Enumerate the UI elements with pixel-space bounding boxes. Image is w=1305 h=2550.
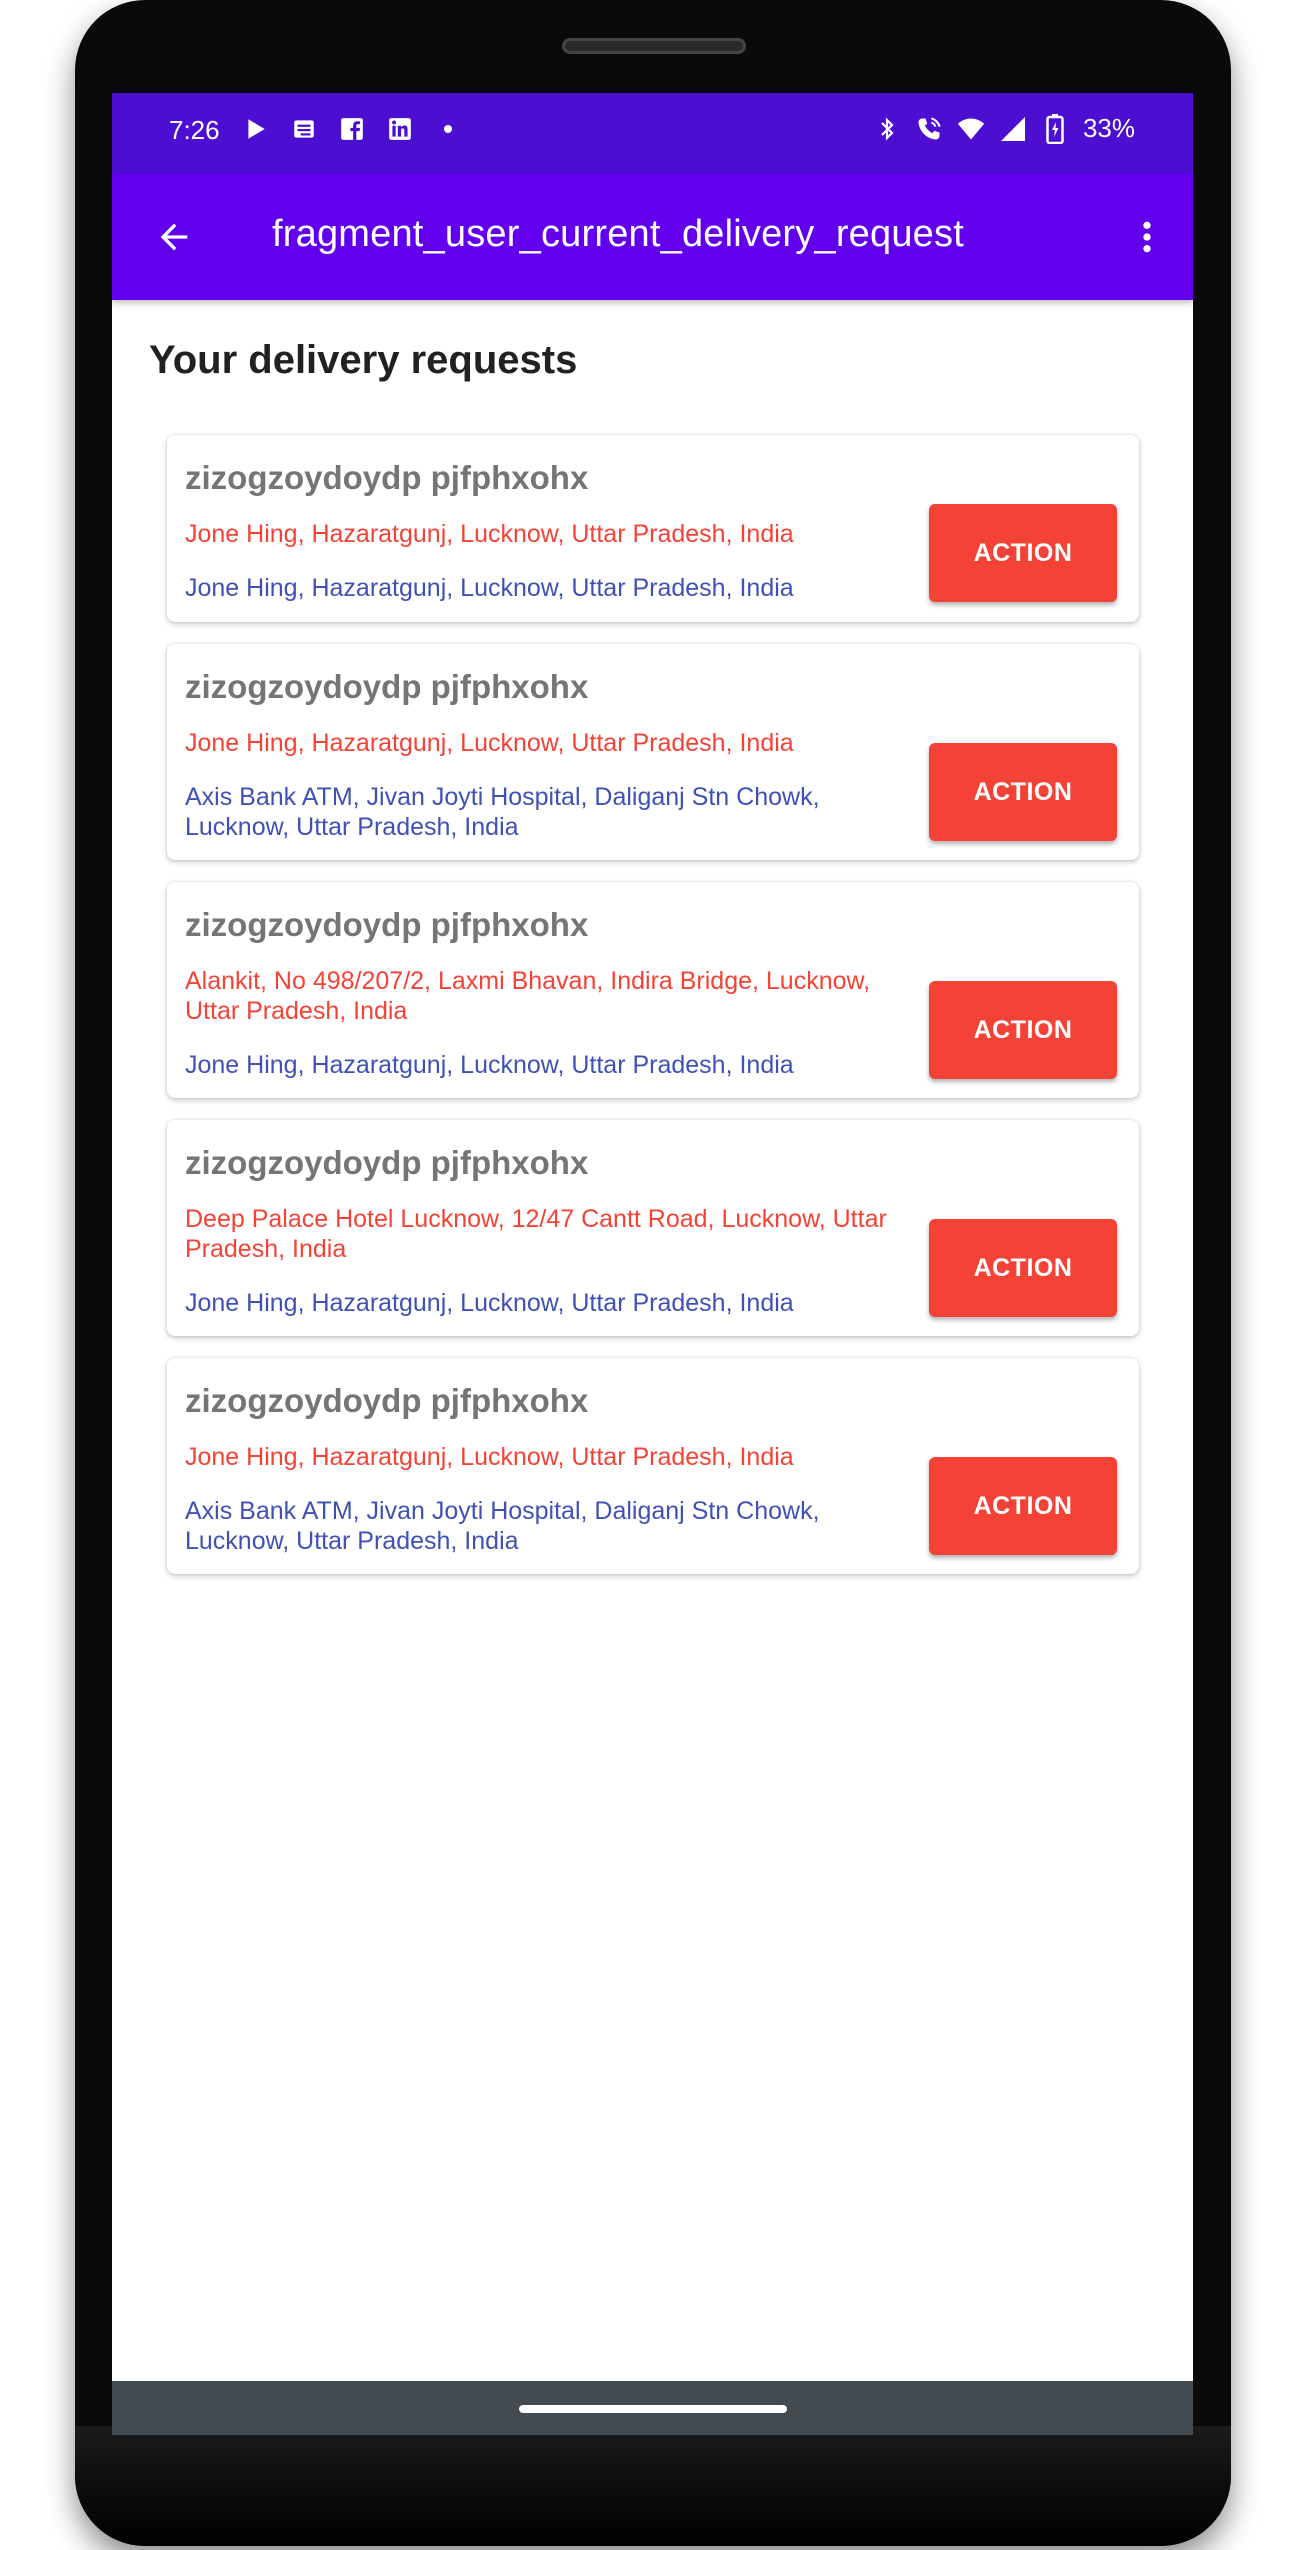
request-drop-address: Jone Hing, Hazaratgunj, Lucknow, Uttar P… bbox=[185, 574, 794, 602]
app-bar: fragment_user_current_delivery_request bbox=[112, 173, 1193, 300]
page-heading: Your delivery requests bbox=[149, 338, 578, 382]
action-button[interactable]: ACTION bbox=[929, 504, 1117, 602]
request-card: zizogzoydoydp pjfphxohx Jone Hing, Hazar… bbox=[167, 644, 1139, 860]
battery-percent: 33% bbox=[1082, 113, 1135, 143]
request-pickup-address: Jone Hing, Hazaratgunj, Lucknow, Uttar P… bbox=[185, 1443, 794, 1471]
action-button[interactable]: ACTION bbox=[929, 1457, 1117, 1555]
home-gesture-handle[interactable] bbox=[519, 2405, 787, 2413]
request-drop-address: Jone Hing, Hazaratgunj, Lucknow, Uttar P… bbox=[185, 1051, 794, 1079]
request-card: zizogzoydoydp pjfphxohx Jone Hing, Hazar… bbox=[167, 435, 1139, 622]
action-button[interactable]: ACTION bbox=[929, 981, 1117, 1079]
request-card: zizogzoydoydp pjfphxohx Alankit, No 498/… bbox=[167, 882, 1139, 1098]
request-pickup-address: Alankit, No 498/207/2, Laxmi Bhavan, Ind… bbox=[185, 967, 871, 1025]
back-button[interactable] bbox=[146, 209, 202, 265]
request-customer-name: zizogzoydoydp pjfphxohx bbox=[185, 1382, 589, 1419]
signal-icon bbox=[999, 115, 1027, 143]
phone-chin bbox=[75, 2426, 1231, 2546]
earpiece-speaker bbox=[562, 38, 746, 54]
linkedin-icon bbox=[386, 115, 414, 143]
arrow-back-icon bbox=[160, 223, 188, 251]
dot-icon bbox=[434, 115, 462, 143]
request-customer-name: zizogzoydoydp pjfphxohx bbox=[185, 668, 589, 705]
request-customer-name: zizogzoydoydp pjfphxohx bbox=[185, 1144, 589, 1181]
wifi-icon bbox=[957, 115, 985, 143]
system-icons: 33% bbox=[873, 113, 1135, 144]
notification-icons bbox=[242, 115, 462, 143]
gesture-nav-bar bbox=[112, 2381, 1193, 2435]
facebook-icon bbox=[338, 115, 366, 143]
request-card: zizogzoydoydp pjfphxohx Deep Palace Hote… bbox=[167, 1120, 1139, 1336]
request-drop-address: Jone Hing, Hazaratgunj, Lucknow, Uttar P… bbox=[185, 1289, 794, 1317]
action-button[interactable]: ACTION bbox=[929, 1219, 1117, 1317]
request-drop-address: Axis Bank ATM, Jivan Joyti Hospital, Dal… bbox=[185, 783, 820, 841]
request-card: zizogzoydoydp pjfphxohx Jone Hing, Hazar… bbox=[167, 1358, 1139, 1574]
more-vert-icon bbox=[1143, 221, 1151, 253]
request-pickup-address: Jone Hing, Hazaratgunj, Lucknow, Uttar P… bbox=[185, 729, 794, 757]
news-icon bbox=[290, 115, 318, 143]
action-button[interactable]: ACTION bbox=[929, 743, 1117, 841]
phone-frame: 7:26 33% fragment_user_current_delivery_… bbox=[75, 0, 1231, 2546]
play-store-icon bbox=[242, 115, 270, 143]
request-pickup-address: Jone Hing, Hazaratgunj, Lucknow, Uttar P… bbox=[185, 520, 794, 548]
status-bar: 7:26 33% bbox=[112, 93, 1193, 173]
request-drop-address: Axis Bank ATM, Jivan Joyti Hospital, Dal… bbox=[185, 1497, 820, 1555]
request-pickup-address: Deep Palace Hotel Lucknow, 12/47 Cantt R… bbox=[185, 1205, 887, 1263]
status-time: 7:26 bbox=[169, 115, 220, 145]
request-customer-name: zizogzoydoydp pjfphxohx bbox=[185, 906, 589, 943]
app-title: fragment_user_current_delivery_request bbox=[272, 213, 964, 255]
bluetooth-icon bbox=[873, 115, 901, 143]
request-customer-name: zizogzoydoydp pjfphxohx bbox=[185, 459, 589, 496]
wifi-calling-icon bbox=[915, 115, 943, 143]
screen: 7:26 33% fragment_user_current_delivery_… bbox=[112, 93, 1193, 2435]
overflow-menu-button[interactable] bbox=[1119, 209, 1175, 265]
battery-icon bbox=[1041, 113, 1069, 144]
